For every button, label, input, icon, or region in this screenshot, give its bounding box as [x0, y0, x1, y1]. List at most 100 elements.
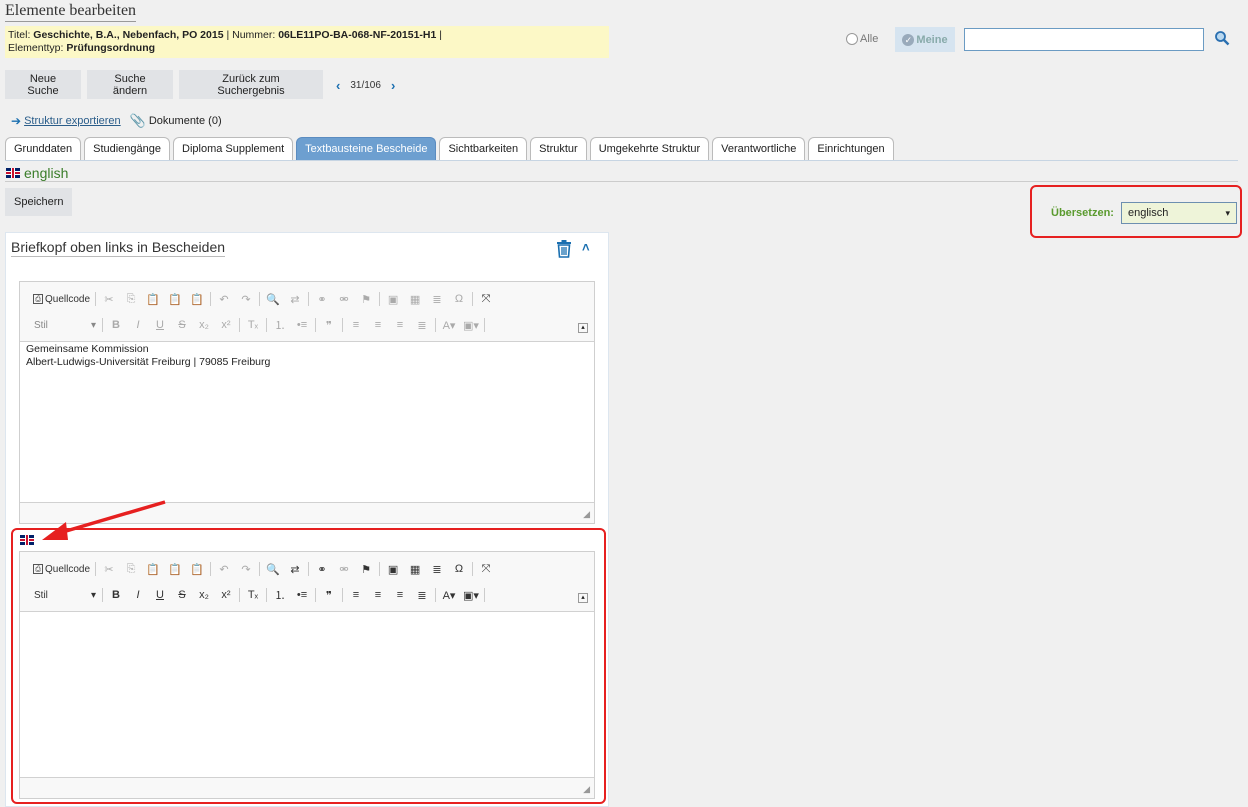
underline-icon[interactable]: U [149, 316, 171, 334]
tab-einrichtungen[interactable]: Einrichtungen [808, 137, 894, 160]
search-icon[interactable] [1214, 30, 1230, 46]
underline-icon[interactable]: U [149, 586, 171, 604]
image-icon[interactable]: ▣ [382, 290, 404, 308]
paste-text-icon[interactable]: 📋 [164, 560, 186, 578]
unlink-icon[interactable]: ⚮ [333, 290, 355, 308]
align-center-icon[interactable]: ≡ [367, 316, 389, 334]
background-color-icon[interactable]: ▣▾ [460, 316, 482, 334]
cut-icon[interactable]: ✂ [98, 290, 120, 308]
strikethrough-icon[interactable]: S [171, 316, 193, 334]
image-icon[interactable]: ▣ [382, 560, 404, 578]
tab-verantwortliche[interactable]: Verantwortliche [712, 137, 806, 160]
style-select[interactable]: Stil ▾ [30, 320, 100, 331]
table-icon[interactable]: ▦ [404, 560, 426, 578]
chevron-right-icon[interactable]: › [391, 78, 395, 93]
tab-grunddaten[interactable]: Grunddaten [5, 137, 82, 160]
cut-icon[interactable]: ✂ [98, 560, 120, 578]
paste-icon[interactable]: 📋 [142, 290, 164, 308]
strikethrough-icon[interactable]: S [171, 586, 193, 604]
numbered-list-icon[interactable]: ⒈ [269, 586, 291, 604]
horizontal-line-icon[interactable]: ≣ [426, 560, 448, 578]
link-icon[interactable]: ⚭ [311, 560, 333, 578]
align-left-icon[interactable]: ≡ [345, 586, 367, 604]
bulleted-list-icon[interactable]: •≡ [291, 586, 313, 604]
back-to-results-button[interactable]: Zurück zum Suchergebnis [179, 70, 323, 99]
horizontal-line-icon[interactable]: ≣ [426, 290, 448, 308]
tab-umgekehrte-struktur[interactable]: Umgekehrte Struktur [589, 137, 710, 160]
italic-icon[interactable]: I [127, 586, 149, 604]
radio-alle[interactable]: Alle [846, 33, 878, 45]
special-char-icon[interactable]: Ω [448, 290, 470, 308]
translate-language-select[interactable]: englisch ▾ [1121, 202, 1237, 224]
paste-icon[interactable]: 📋 [142, 560, 164, 578]
documents-link[interactable]: Dokumente (0) [149, 115, 222, 127]
superscript-icon[interactable]: x² [215, 316, 237, 334]
superscript-icon[interactable]: x² [215, 586, 237, 604]
resize-grip-icon[interactable]: ◢ [583, 784, 590, 795]
tab-diploma-supplement[interactable]: Diploma Supplement [173, 137, 294, 160]
bold-icon[interactable]: B [105, 316, 127, 334]
remove-format-icon[interactable]: Tₓ [242, 586, 264, 604]
source-button[interactable]: ⎙ Quellcode [30, 564, 93, 575]
radio-meine[interactable]: ✓ Meine [895, 27, 955, 52]
collapse-toolbar-icon[interactable]: ▴ [578, 323, 588, 333]
collapse-toolbar-icon[interactable]: ▴ [578, 593, 588, 603]
link-icon[interactable]: ⚭ [311, 290, 333, 308]
align-left-icon[interactable]: ≡ [345, 316, 367, 334]
editor-content-translation[interactable] [20, 612, 594, 777]
paste-text-icon[interactable]: 📋 [164, 290, 186, 308]
copy-icon[interactable]: ⎘ [120, 560, 142, 578]
replace-icon[interactable]: ⇄ [284, 560, 306, 578]
text-color-icon[interactable]: A▾ [438, 316, 460, 334]
resize-grip-icon[interactable]: ◢ [583, 509, 590, 520]
find-icon[interactable]: 🔍 [262, 290, 284, 308]
blockquote-icon[interactable]: ❞ [318, 586, 340, 604]
anchor-flag-icon[interactable]: ⚑ [355, 560, 377, 578]
special-char-icon[interactable]: Ω [448, 560, 470, 578]
align-center-icon[interactable]: ≡ [367, 586, 389, 604]
redo-icon[interactable]: ↷ [235, 290, 257, 308]
maximize-icon[interactable]: ⤧ [475, 560, 497, 578]
italic-icon[interactable]: I [127, 316, 149, 334]
copy-icon[interactable]: ⎘ [120, 290, 142, 308]
justify-icon[interactable]: ≣ [411, 316, 433, 334]
unlink-icon[interactable]: ⚮ [333, 560, 355, 578]
undo-icon[interactable]: ↶ [213, 560, 235, 578]
subscript-icon[interactable]: x₂ [193, 316, 215, 334]
style-select[interactable]: Stil ▾ [30, 590, 100, 601]
tab-textbausteine-bescheide[interactable]: Textbausteine Bescheide [296, 137, 437, 160]
source-button[interactable]: ⎙ Quellcode [30, 294, 93, 305]
remove-format-icon[interactable]: Tₓ [242, 316, 264, 334]
justify-icon[interactable]: ≣ [411, 586, 433, 604]
numbered-list-icon[interactable]: ⒈ [269, 316, 291, 334]
bulleted-list-icon[interactable]: •≡ [291, 316, 313, 334]
search-input[interactable] [964, 28, 1204, 51]
chevron-left-icon[interactable]: ‹ [336, 78, 340, 93]
paste-word-icon[interactable]: 📋 [186, 290, 208, 308]
replace-icon[interactable]: ⇄ [284, 290, 306, 308]
paste-word-icon[interactable]: 📋 [186, 560, 208, 578]
tab-struktur[interactable]: Struktur [530, 137, 587, 160]
export-structure-link[interactable]: Struktur exportieren [24, 115, 121, 127]
tab-sichtbarkeiten[interactable]: Sichtbarkeiten [439, 137, 528, 160]
redo-icon[interactable]: ↷ [235, 560, 257, 578]
find-icon[interactable]: 🔍 [262, 560, 284, 578]
align-right-icon[interactable]: ≡ [389, 316, 411, 334]
text-color-icon[interactable]: A▾ [438, 586, 460, 604]
anchor-flag-icon[interactable]: ⚑ [355, 290, 377, 308]
subscript-icon[interactable]: x₂ [193, 586, 215, 604]
save-button[interactable]: Speichern [5, 188, 72, 216]
table-icon[interactable]: ▦ [404, 290, 426, 308]
maximize-icon[interactable]: ⤧ [475, 290, 497, 308]
editor-content[interactable]: Gemeinsame Kommission Albert-Ludwigs-Uni… [20, 342, 594, 502]
align-right-icon[interactable]: ≡ [389, 586, 411, 604]
undo-icon[interactable]: ↶ [213, 290, 235, 308]
blockquote-icon[interactable]: ❞ [318, 316, 340, 334]
tab-studiengaenge[interactable]: Studiengänge [84, 137, 171, 160]
bold-icon[interactable]: B [105, 586, 127, 604]
background-color-icon[interactable]: ▣▾ [460, 586, 482, 604]
chevron-up-icon[interactable]: ˄ [582, 240, 590, 255]
new-search-button[interactable]: Neue Suche [5, 70, 81, 99]
edit-search-button[interactable]: Suche ändern [87, 70, 173, 99]
trash-icon[interactable] [556, 240, 572, 258]
